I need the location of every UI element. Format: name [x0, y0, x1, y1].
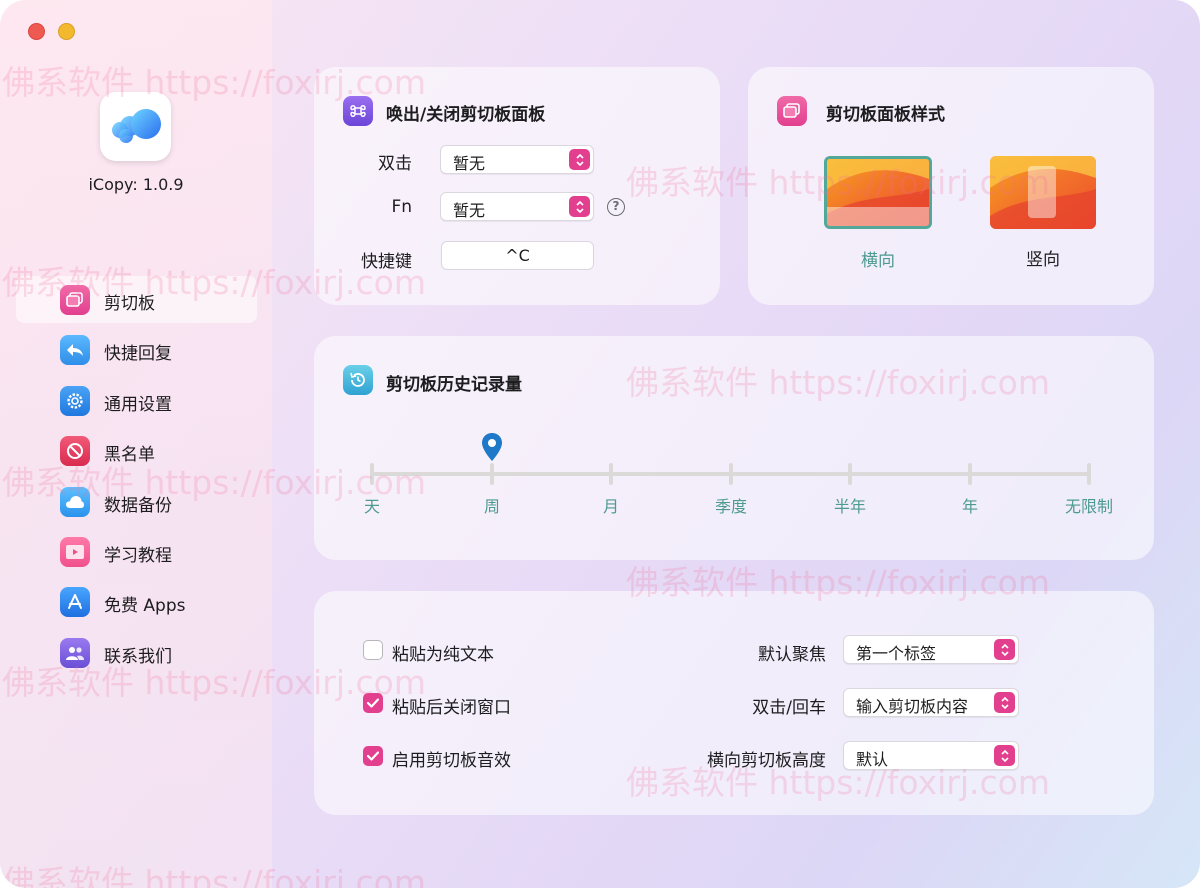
double-click-enter-value: 输入剪切板内容	[856, 697, 969, 716]
contacts-icon	[60, 637, 90, 668]
slider-tick	[968, 463, 972, 485]
tick-label-month[interactable]: 月	[571, 493, 651, 517]
default-focus-value: 第一个标签	[856, 644, 937, 663]
history-card-title: 剪切板历史记录量	[386, 375, 522, 395]
double-click-value: 暂无	[453, 154, 486, 173]
panel-style-title: 剪切板面板样式	[826, 105, 945, 125]
vertical-style-label: 竖向	[1026, 250, 1060, 270]
fn-select[interactable]: 暂无	[440, 192, 594, 221]
window-style-icon	[777, 96, 807, 126]
fn-label: Fn	[391, 197, 412, 217]
reply-icon	[60, 335, 90, 366]
history-icon	[343, 365, 373, 395]
tick-label-day[interactable]: 天	[332, 493, 412, 517]
sidebar-item-data-backup[interactable]: 数据备份	[16, 478, 257, 525]
app-window: iCopy: 1.0.9 剪切板 快捷回复 通用设置 黑名单 数据备份 学习教程…	[0, 0, 1200, 888]
horizontal-height-value: 默认	[856, 750, 889, 769]
tick-label-week[interactable]: 周	[452, 493, 532, 517]
double-click-enter-select[interactable]: 输入剪切板内容	[843, 688, 1019, 717]
slider-tick	[1087, 463, 1091, 485]
sidebar-item-label: 数据备份	[104, 495, 172, 516]
double-click-enter-label: 双击/回车	[752, 698, 826, 718]
sidebar-item-label: 快捷回复	[104, 344, 172, 365]
chevron-updown-icon	[994, 639, 1015, 660]
sidebar-nav: 剪切板 快捷回复 通用设置 黑名单 数据备份 学习教程 免费 Apps 联系我们	[16, 276, 257, 679]
tick-label-unlimited[interactable]: 无限制	[1049, 493, 1129, 517]
sidebar-item-tutorials[interactable]: 学习教程	[16, 528, 257, 575]
tick-label-year[interactable]: 年	[930, 493, 1010, 517]
checkmark-icon	[366, 751, 380, 761]
window-close-button[interactable]	[28, 23, 45, 40]
gear-icon	[60, 385, 90, 416]
cloud-icon	[60, 486, 90, 517]
hotkey-card-title: 唤出/关闭剪切板面板	[386, 105, 546, 125]
checkmark-icon	[366, 698, 380, 708]
tick-label-quarter[interactable]: 季度	[691, 493, 771, 517]
slider-tick	[490, 463, 494, 485]
sidebar-item-clipboard[interactable]: 剪切板	[16, 276, 257, 323]
default-focus-label: 默认聚焦	[758, 645, 826, 665]
slider-tick	[609, 463, 613, 485]
clipboard-icon	[60, 285, 90, 315]
slider-tick	[848, 463, 852, 485]
appstore-icon	[60, 587, 90, 618]
command-icon	[343, 96, 373, 126]
double-click-select[interactable]: 暂无	[440, 145, 594, 174]
plain-text-checkbox[interactable]	[363, 640, 383, 660]
sidebar-item-free-apps[interactable]: 免费 Apps	[16, 578, 257, 625]
sidebar-item-label: 黑名单	[104, 445, 155, 466]
sidebar-item-label: 免费 Apps	[104, 596, 186, 617]
double-click-label: 双击	[378, 154, 412, 174]
plain-text-label: 粘贴为纯文本	[392, 645, 494, 665]
chevron-updown-icon	[994, 745, 1015, 766]
horizontal-height-select[interactable]: 默认	[843, 741, 1019, 770]
slider-thumb-pin-icon[interactable]	[480, 432, 504, 466]
slider-tick	[729, 463, 733, 485]
chevron-updown-icon	[569, 149, 590, 170]
close-after-paste-label: 粘贴后关闭窗口	[392, 698, 511, 718]
sidebar-item-label: 联系我们	[104, 646, 172, 667]
horizontal-style-option[interactable]	[824, 156, 932, 229]
sound-effect-checkbox[interactable]	[363, 746, 383, 766]
chevron-updown-icon	[994, 692, 1015, 713]
app-logo-icon	[100, 92, 171, 161]
shortcut-label: 快捷键	[361, 252, 412, 272]
vertical-style-option[interactable]	[990, 156, 1096, 229]
help-icon[interactable]: ?	[607, 198, 625, 216]
tick-label-half-year[interactable]: 半年	[810, 493, 890, 517]
sidebar-item-label: 通用设置	[104, 394, 172, 415]
close-after-paste-checkbox[interactable]	[363, 693, 383, 713]
horizontal-style-label: 横向	[861, 251, 895, 271]
sound-effect-label: 启用剪切板音效	[392, 751, 511, 771]
horizontal-height-label: 横向剪切板高度	[707, 751, 826, 771]
sidebar: iCopy: 1.0.9 剪切板 快捷回复 通用设置 黑名单 数据备份 学习教程…	[0, 0, 272, 888]
block-icon	[60, 436, 90, 467]
shortcut-recorder[interactable]: ^C	[441, 241, 594, 270]
sidebar-item-blacklist[interactable]: 黑名单	[16, 427, 257, 474]
fn-value: 暂无	[453, 201, 486, 220]
app-version-label: iCopy: 1.0.9	[88, 175, 184, 194]
default-focus-select[interactable]: 第一个标签	[843, 635, 1019, 664]
sidebar-item-quick-reply[interactable]: 快捷回复	[16, 326, 257, 373]
sidebar-item-general-settings[interactable]: 通用设置	[16, 377, 257, 424]
slider-tick	[370, 463, 374, 485]
chevron-updown-icon	[569, 196, 590, 217]
window-minimize-button[interactable]	[58, 23, 75, 40]
video-icon	[60, 536, 90, 567]
sidebar-item-contact-us[interactable]: 联系我们	[16, 629, 257, 676]
sidebar-item-label: 学习教程	[104, 545, 172, 566]
sidebar-item-label: 剪切板	[104, 294, 155, 314]
